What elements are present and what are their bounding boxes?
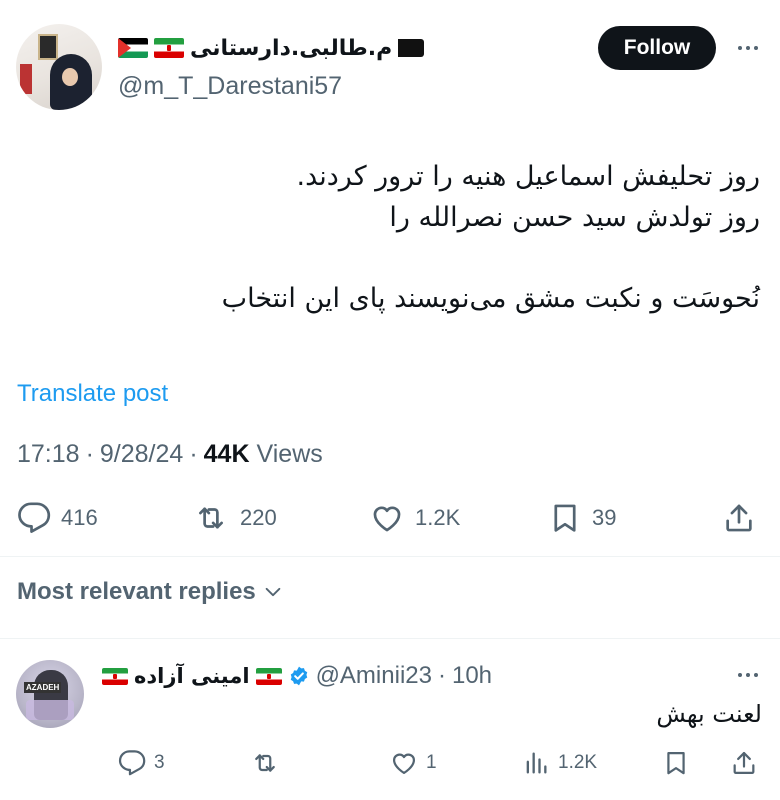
reply-author-handle[interactable]: @Aminii23 [316, 662, 432, 690]
sort-replies-dropdown[interactable]: Most relevant replies [17, 578, 284, 606]
more-icon[interactable] [730, 30, 766, 66]
like-icon [392, 753, 416, 775]
verified-badge-icon [290, 666, 307, 686]
views-icon [526, 752, 547, 774]
share-icon [733, 751, 755, 775]
reply-icon [18, 502, 51, 533]
repost-icon [199, 507, 223, 529]
share-icon [726, 504, 752, 532]
views-label: Views [256, 440, 323, 468]
reply-repost-button[interactable] [250, 744, 280, 782]
palestine-flag-emoji [118, 38, 148, 58]
post-text-line: روز تولدش سید حسن نصرالله را [389, 202, 760, 233]
reply-text: لعنت بهش [656, 700, 762, 728]
black-flag-emoji [398, 39, 425, 57]
post-text-line: نُحوسَت و نکبت مشق می‌نویسند پای این انت… [221, 283, 760, 314]
sort-label: Most relevant replies [17, 578, 256, 605]
reply-like-count: 1 [426, 752, 437, 773]
reply-author-avatar[interactable]: AZADEH [16, 660, 84, 728]
repost-count: 220 [240, 505, 277, 530]
like-count: 1.2K [415, 505, 461, 530]
reply-author-row: امینی آزاده @Aminii23 · 10h [102, 660, 492, 692]
iran-flag-emoji [102, 667, 128, 685]
reply-reply-count: 3 [154, 752, 165, 773]
post-metadata: 17:18 · 9/28/24 · 44K Views [17, 440, 323, 469]
repost-button[interactable]: 220 [192, 496, 277, 540]
reply-views-count: 1.2K [558, 752, 598, 773]
like-icon [373, 506, 401, 532]
separator: · [437, 662, 446, 689]
post-text: روز تحلیفش اسماعیل هنیه را ترور کردند. ر… [20, 156, 760, 319]
chevron-down-icon [265, 587, 281, 597]
reply-count: 416 [61, 505, 98, 530]
reply-button[interactable]: 416 [17, 496, 98, 540]
bookmark-button[interactable]: 39 [548, 496, 616, 540]
share-button[interactable] [722, 496, 756, 540]
author-display-name-row[interactable]: م.طالبی.دارستانی [118, 30, 425, 66]
divider [0, 556, 780, 557]
follow-button[interactable]: Follow [598, 26, 716, 70]
more-icon[interactable] [730, 660, 766, 690]
translate-post-link[interactable]: Translate post [17, 380, 168, 408]
bookmark-count: 39 [592, 505, 617, 530]
post-text-line: روز تحلیفش اسماعیل هنیه را ترور کردند. [296, 161, 760, 192]
author-avatar[interactable] [16, 24, 102, 110]
reply-age[interactable]: 10h [452, 662, 492, 690]
reply-views-button[interactable]: 1.2K [522, 744, 597, 782]
reply-reply-button[interactable]: 3 [118, 744, 165, 782]
post-time[interactable]: 17:18 [17, 440, 80, 469]
reply-icon [118, 750, 146, 776]
author-handle[interactable]: @m_T_Darestani57 [118, 72, 342, 101]
iran-flag-emoji [154, 38, 184, 58]
bookmark-icon [554, 504, 576, 532]
bookmark-icon [667, 751, 685, 775]
repost-icon [255, 754, 275, 772]
post-date[interactable]: 9/28/24 [100, 440, 183, 469]
views-count: 44K [203, 440, 250, 468]
separator: · [85, 440, 94, 468]
reply-author-name[interactable]: امینی آزاده [134, 664, 250, 688]
divider [0, 638, 780, 639]
like-button[interactable]: 1.2K [369, 496, 460, 540]
reply-bookmark-button[interactable] [662, 744, 690, 782]
reply-like-button[interactable]: 1 [390, 744, 437, 782]
separator: · [189, 440, 198, 468]
iran-flag-emoji [255, 667, 282, 685]
author-display-name[interactable]: م.طالبی.دارستانی [190, 36, 392, 61]
reply-share-button[interactable] [730, 744, 758, 782]
